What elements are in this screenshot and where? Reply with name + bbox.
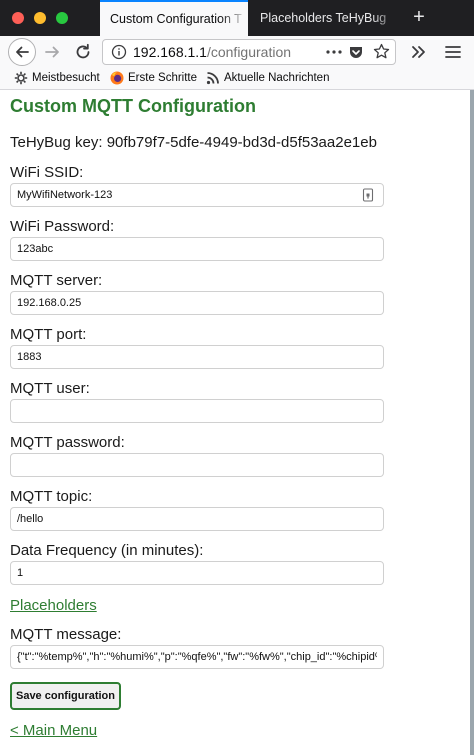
url-bar[interactable]: 192.168.1.1/configuration [102,39,396,65]
tab-custom-configuration[interactable]: Custom Configuration T [100,0,248,36]
wifi-ssid-label: WiFi SSID: [10,164,84,181]
tab-title: Placeholders TeHyBug [260,11,387,25]
url-text[interactable]: 192.168.1.1/configuration [133,40,323,64]
bookmarks-toolbar: Meistbesucht Erste Schritte Aktuelle Nac… [0,68,474,90]
data-frequency-input[interactable] [10,561,384,585]
info-icon[interactable] [111,44,127,60]
mqtt-password-input[interactable] [10,453,384,477]
mqtt-topic-input[interactable] [10,507,384,531]
page-content: Custom MQTT Configuration TeHyBug key: 9… [0,90,474,755]
tab-placeholders[interactable]: Placeholders TeHyBug [250,0,400,36]
forward-button[interactable] [42,41,64,63]
mqtt-port-label: MQTT port: [10,326,87,343]
bookmark-label: Aktuelle Nachrichten [224,72,330,84]
save-configuration-button[interactable]: Save configuration [10,682,121,710]
key-value: 90fb79f7-5dfe-4949-bd3d-d5f53aa2e1eb [106,134,377,151]
window-close-button[interactable] [12,12,24,24]
mqtt-user-label: MQTT user: [10,380,90,397]
gear-icon [14,71,28,85]
page-actions-icon[interactable] [325,47,343,57]
browser-window: Custom Configuration T Placeholders TeHy… [0,0,474,755]
wifi-ssid-input[interactable] [10,183,384,207]
mqtt-port-input[interactable] [10,345,384,369]
tab-strip: Custom Configuration T Placeholders TeHy… [0,0,474,36]
mqtt-message-input[interactable] [10,645,384,669]
new-tab-button[interactable]: + [404,0,434,36]
hamburger-menu-icon[interactable] [442,41,464,63]
firefox-icon [110,71,124,85]
mqtt-topic-label: MQTT topic: [10,488,93,505]
main-menu-link[interactable]: < Main Menu [10,722,97,739]
url-host: 192.168.1.1 [133,44,207,60]
bookmark-label: Meistbesucht [32,72,100,84]
window-maximize-button[interactable] [56,12,68,24]
arrow-left-icon [16,46,29,58]
data-frequency-label: Data Frequency (in minutes): [10,542,204,559]
device-key: TeHyBug key: 90fb79f7-5dfe-4949-bd3d-d5f… [10,134,377,151]
password-manager-icon[interactable] [361,188,375,202]
wifi-password-input[interactable] [10,237,384,261]
window-minimize-button[interactable] [34,12,46,24]
key-label: TeHyBug key: [10,134,103,151]
window-edge-strip [470,90,474,755]
wifi-password-label: WiFi Password: [10,218,115,235]
bookmark-star-icon[interactable] [373,43,390,60]
overflow-chevron-icon[interactable] [408,41,430,63]
mqtt-user-input[interactable] [10,399,384,423]
url-path: /configuration [206,44,292,60]
mqtt-server-input[interactable] [10,291,384,315]
mqtt-server-label: MQTT server: [10,272,103,289]
bookmark-label: Erste Schritte [128,72,198,84]
pocket-icon[interactable] [348,44,364,60]
rss-icon [206,72,219,85]
mqtt-message-label: MQTT message: [10,626,122,643]
reload-button[interactable] [72,41,94,63]
page-title: Custom MQTT Configuration [10,96,256,116]
placeholders-link[interactable]: Placeholders [10,597,97,614]
mqtt-password-label: MQTT password: [10,434,125,451]
navigation-toolbar: 192.168.1.1/configuration [0,36,474,68]
back-button[interactable] [8,38,36,66]
